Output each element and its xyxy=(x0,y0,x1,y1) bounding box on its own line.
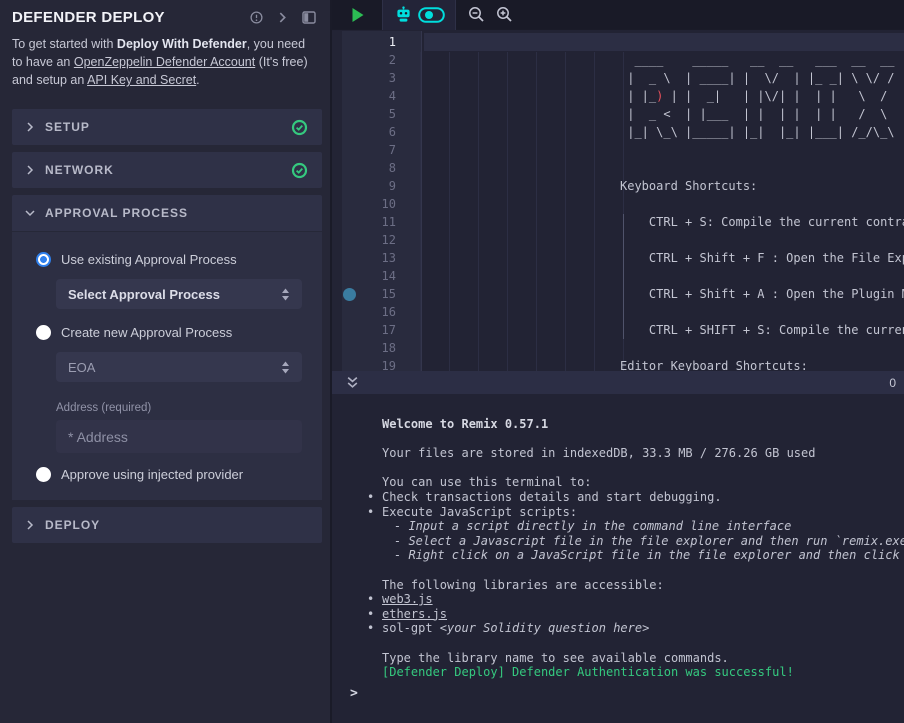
terminal-line: - Right click on a JavaScript file in th… xyxy=(332,548,904,563)
address-label: Address (required) xyxy=(56,402,302,414)
transactions-count-badge: 0 xyxy=(889,376,896,390)
info-icon[interactable] xyxy=(250,11,263,24)
approval-form: Use existing Approval Process Select App… xyxy=(12,231,322,500)
check-circle-icon xyxy=(291,119,308,136)
approval-process-select[interactable]: Select Approval Process xyxy=(56,279,302,309)
terminal-line: Type the library name to see available c… xyxy=(332,651,904,666)
terminal-line: •Check transactions details and start de… xyxy=(332,490,904,505)
select-arrows-icon xyxy=(281,288,290,301)
code-line: Keyboard Shortcuts: xyxy=(620,177,757,195)
terminal-line: - Input a script directly in the command… xyxy=(332,519,904,534)
bullet: • xyxy=(367,592,374,607)
terminal-collapse-icon[interactable] xyxy=(346,376,359,389)
chevron-right-icon xyxy=(25,122,35,132)
play-icon xyxy=(350,7,365,23)
terminal-line: Welcome to Remix 0.57.1 xyxy=(332,417,904,432)
terminal-prompt[interactable]: > xyxy=(350,686,358,701)
radio-label: Use existing Approval Process xyxy=(61,252,237,267)
bullet: • xyxy=(367,621,374,636)
editor-area: 12345678910111213141516171819 ____ _____… xyxy=(330,0,904,723)
defender-account-link[interactable]: OpenZeppelin Defender Account xyxy=(74,55,255,69)
panel-title: DEFENDER DEPLOY xyxy=(12,9,236,26)
check-circle-icon xyxy=(291,162,308,179)
editor-toolbar xyxy=(332,0,904,30)
code-line: | _ \ | ____| | \/ | |_ _| \ \/ / xyxy=(620,69,895,87)
section-label: APPROVAL PROCESS xyxy=(45,206,188,220)
code-line: CTRL + Shift + A : Open the Plugin Manag… xyxy=(620,285,904,303)
terminal-line xyxy=(332,563,904,578)
chevron-down-icon xyxy=(25,208,35,218)
code-line: CTRL + SHIFT + S: Compile the current co… xyxy=(620,321,904,339)
zoom-out-icon[interactable] xyxy=(460,6,492,23)
terminal-line: • ethers.js xyxy=(332,607,904,622)
intro-text: To get started with Deploy With Defender… xyxy=(0,30,330,89)
section-network: NETWORK xyxy=(12,152,322,188)
section-network-header[interactable]: NETWORK xyxy=(12,152,322,188)
terminal-line: •sol-gpt <your Solidity question here> xyxy=(332,621,904,636)
code-line: | _ < | |___ | | | | | | / \ xyxy=(620,105,887,123)
panel-layout-icon[interactable] xyxy=(302,11,316,24)
radio-row-existing: Use existing Approval Process xyxy=(36,252,302,267)
code-line: ____ _____ __ __ ___ __ __ xyxy=(620,51,902,69)
terminal-library-link[interactable]: web3.js xyxy=(382,592,433,606)
terminal-line: - Select a Javascript file in the file e… xyxy=(332,534,904,549)
intro-bold: Deploy With Defender xyxy=(117,37,247,51)
bullet: • xyxy=(367,607,374,622)
section-deploy-header[interactable]: DEPLOY xyxy=(12,507,322,543)
code-line: Editor Keyboard Shortcuts: xyxy=(620,357,808,371)
panel-header: DEFENDER DEPLOY xyxy=(0,0,330,30)
terminal-line: You can use this terminal to: xyxy=(332,475,904,490)
code-line: | |_) | | _| | |\/| | | | \ / xyxy=(620,87,887,105)
radio-use-existing[interactable] xyxy=(36,252,51,267)
terminal-lines: Welcome to Remix 0.57.1 Your files are st… xyxy=(332,417,904,680)
section-label: NETWORK xyxy=(45,163,114,177)
terminal-line xyxy=(332,461,904,476)
bullet: • xyxy=(367,490,374,505)
terminal-line: [Defender Deploy] Defender Authenticatio… xyxy=(332,665,904,680)
terminal-line xyxy=(332,636,904,651)
section-approval-header[interactable]: APPROVAL PROCESS xyxy=(12,195,322,231)
terminal-line xyxy=(332,432,904,447)
section-setup: SETUP xyxy=(12,109,322,145)
terminal-library-link[interactable]: ethers.js xyxy=(382,607,447,621)
toolbar-divider xyxy=(455,0,456,30)
run-script-button[interactable] xyxy=(332,7,382,23)
section-approval-process: APPROVAL PROCESS Use existing Approval P… xyxy=(12,195,322,500)
terminal-line: The following libraries are accessible: xyxy=(332,578,904,593)
chevron-right-icon[interactable] xyxy=(277,12,288,23)
terminal-header: 0 xyxy=(332,371,904,394)
terminal-panel: 0 Welcome to Remix 0.57.1 Your files are … xyxy=(332,371,904,723)
code-editor[interactable]: 12345678910111213141516171819 ____ _____… xyxy=(332,31,904,371)
terminal-line: • web3.js xyxy=(332,592,904,607)
radio-label: Create new Approval Process xyxy=(61,325,232,340)
robot-icon[interactable] xyxy=(391,6,415,23)
editor-code: ____ _____ __ __ ___ __ __ | _ \ | ____|… xyxy=(332,31,904,371)
radio-label: Approve using injected provider xyxy=(61,467,243,482)
approval-type-select[interactable]: EOA xyxy=(56,352,302,382)
section-deploy: DEPLOY xyxy=(12,507,322,543)
code-line: CTRL + S: Compile the current contract xyxy=(620,213,904,231)
section-setup-header[interactable]: SETUP xyxy=(12,109,322,145)
ai-copilot-group xyxy=(383,0,455,30)
address-input[interactable] xyxy=(56,420,302,453)
select-arrows-icon xyxy=(281,361,290,374)
terminal-line: •Execute JavaScript scripts: xyxy=(332,505,904,520)
section-label: SETUP xyxy=(45,120,90,134)
chevron-right-icon xyxy=(25,165,35,175)
radio-row-create: Create new Approval Process xyxy=(36,325,302,340)
api-key-link[interactable]: API Key and Secret xyxy=(87,73,196,87)
defender-deploy-panel: DEFENDER DEPLOY To get started with Depl… xyxy=(0,0,330,723)
radio-create-new[interactable] xyxy=(36,325,51,340)
radio-row-injected: Approve using injected provider xyxy=(36,467,302,482)
chevron-right-icon xyxy=(25,520,35,530)
section-label: DEPLOY xyxy=(45,518,100,532)
code-line: |_| \_\ |_____| |_| |_| |___| /_/\_\ xyxy=(620,123,895,141)
accordion: SETUP NETWORK APPROVAL PROCESS xyxy=(0,89,330,543)
terminal-line: Your files are stored in indexedDB, 33.3… xyxy=(332,446,904,461)
bullet: • xyxy=(367,505,374,520)
code-line: CTRL + Shift + F : Open the File Explore… xyxy=(620,249,904,267)
radio-injected-provider[interactable] xyxy=(36,467,51,482)
zoom-in-icon[interactable] xyxy=(492,6,516,23)
copilot-toggle-on-icon[interactable] xyxy=(415,7,447,23)
